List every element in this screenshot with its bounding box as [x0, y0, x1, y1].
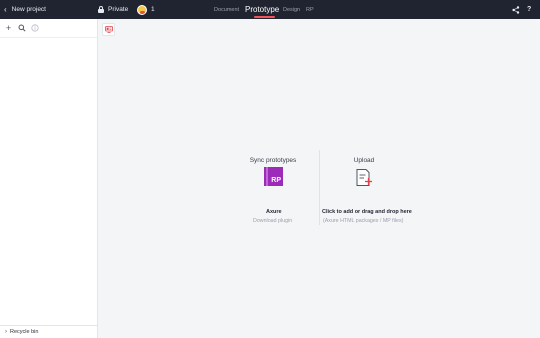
privacy-label: Private [108, 6, 129, 13]
upload-hint: (Axure HTML packages / MP files) [323, 218, 404, 224]
add-icon[interactable]: + [4, 23, 13, 33]
prototype-screen-button[interactable] [102, 23, 115, 36]
top-bar: ‹ New project Private 1 Document Prototy… [0, 0, 540, 19]
share-icon [512, 5, 520, 14]
tab-design[interactable]: Design [283, 0, 300, 19]
chevron-left-icon: ‹ [4, 5, 7, 14]
axure-rp-icon[interactable]: RP [264, 167, 283, 186]
project-title: New project [11, 6, 46, 13]
axure-badge-text: RP [271, 177, 281, 184]
share-button[interactable] [512, 0, 520, 19]
app-window: ‹ New project Private 1 Document Prototy… [0, 0, 540, 338]
upload-title: Upload [353, 157, 375, 164]
help-button[interactable]: ? [527, 0, 531, 19]
privacy-button[interactable]: Private [97, 0, 128, 19]
tab-rp[interactable]: RP [306, 0, 314, 19]
back-button[interactable]: ‹ New project [4, 0, 46, 19]
section-divider [319, 150, 320, 225]
search-icon[interactable] [17, 24, 26, 33]
tab-document[interactable]: Document [214, 0, 239, 19]
info-icon[interactable] [30, 24, 39, 33]
download-plugin-link[interactable]: Download plugin [253, 218, 292, 224]
main-area: Sync prototypes Upload RP Axure Download… [98, 19, 540, 338]
sync-section-title: Sync prototypes [223, 149, 323, 167]
member-count: 1 [151, 6, 155, 13]
recycle-bin-label: Recycle bin [10, 329, 39, 335]
axure-name: Axure [266, 209, 282, 215]
screen-icon [104, 26, 113, 33]
upload-file-icon[interactable] [355, 168, 373, 187]
chevron-right-icon: › [5, 329, 7, 335]
avatar [137, 4, 147, 15]
sidebar: + › Recycle bin [0, 19, 98, 338]
upload-section-title: Upload [314, 149, 414, 167]
members-button[interactable]: 1 [137, 0, 155, 19]
recycle-bin[interactable]: › Recycle bin [0, 325, 97, 338]
sidebar-toolbar: + [0, 19, 97, 38]
lock-icon [97, 5, 104, 14]
active-tab-indicator [254, 16, 275, 18]
sync-title: Sync prototypes [249, 157, 297, 164]
upload-dropzone-text[interactable]: Click to add or drag and drop here [322, 209, 412, 215]
